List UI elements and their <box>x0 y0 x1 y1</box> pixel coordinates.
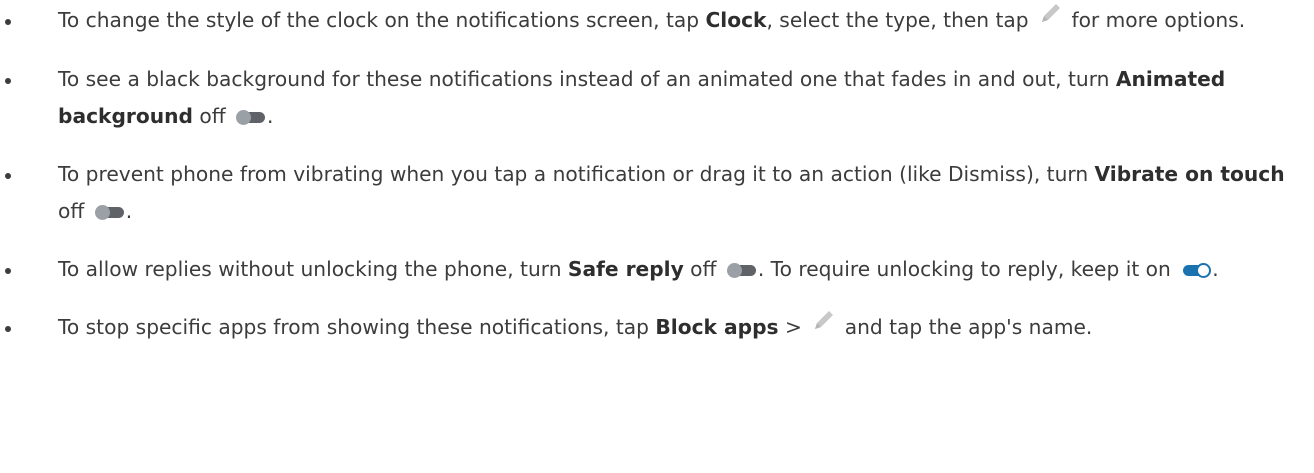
safe-reply-label: Safe reply <box>567 257 684 281</box>
item-text: for more options. <box>1065 8 1246 32</box>
item-text: . <box>1212 257 1219 281</box>
pencil-icon <box>1039 0 1063 37</box>
item-text: . <box>267 104 274 128</box>
bullet <box>5 326 11 332</box>
item-text: off <box>192 104 233 128</box>
list-item-vibrate-on-touch: To prevent phone from vibrating when you… <box>0 156 1314 230</box>
list-item-clock: To change the style of the clock on the … <box>0 2 1314 40</box>
item-text: , select the type, then tap <box>766 8 1036 32</box>
item-text: > <box>778 315 809 339</box>
item-text: To see a black background for these noti… <box>58 67 1116 91</box>
vibrate-on-touch-label: Vibrate on touch <box>1094 162 1285 186</box>
list-item-block-apps: To stop specific apps from showing these… <box>0 309 1314 347</box>
bullet <box>5 78 11 84</box>
item-text: off <box>58 199 91 223</box>
bullet <box>5 19 11 25</box>
toggle-off-icon <box>726 262 757 278</box>
item-text: and tap the app's name. <box>838 315 1093 339</box>
item-text: To stop specific apps from showing these… <box>58 315 656 339</box>
item-text: . To require unlocking to reply, keep it… <box>757 257 1178 281</box>
item-text: . <box>125 199 133 223</box>
item-text: off <box>683 257 723 281</box>
bullet <box>5 173 11 179</box>
list-item-safe-reply: To allow replies without unlocking the p… <box>0 251 1314 288</box>
item-text: To change the style of the clock on the … <box>58 8 706 32</box>
item-text: To prevent phone from vibrating when you… <box>58 162 1095 186</box>
pencil-icon <box>812 307 836 344</box>
block-apps-label: Block apps <box>655 315 779 339</box>
bullet <box>5 268 11 274</box>
instruction-list: To change the style of the clock on the … <box>0 0 1314 347</box>
list-item-animated-background: To see a black background for these noti… <box>0 61 1314 135</box>
clock-label: Clock <box>705 8 767 32</box>
toggle-on-icon <box>1181 262 1212 278</box>
toggle-off-icon <box>236 109 266 125</box>
item-text: To allow replies without unlocking the p… <box>58 257 568 281</box>
toggle-off-icon <box>94 204 125 220</box>
